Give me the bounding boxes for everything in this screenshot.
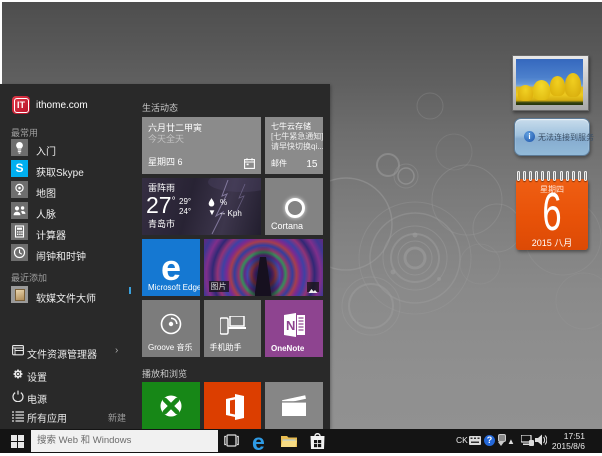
svg-text:N: N: [286, 318, 295, 333]
